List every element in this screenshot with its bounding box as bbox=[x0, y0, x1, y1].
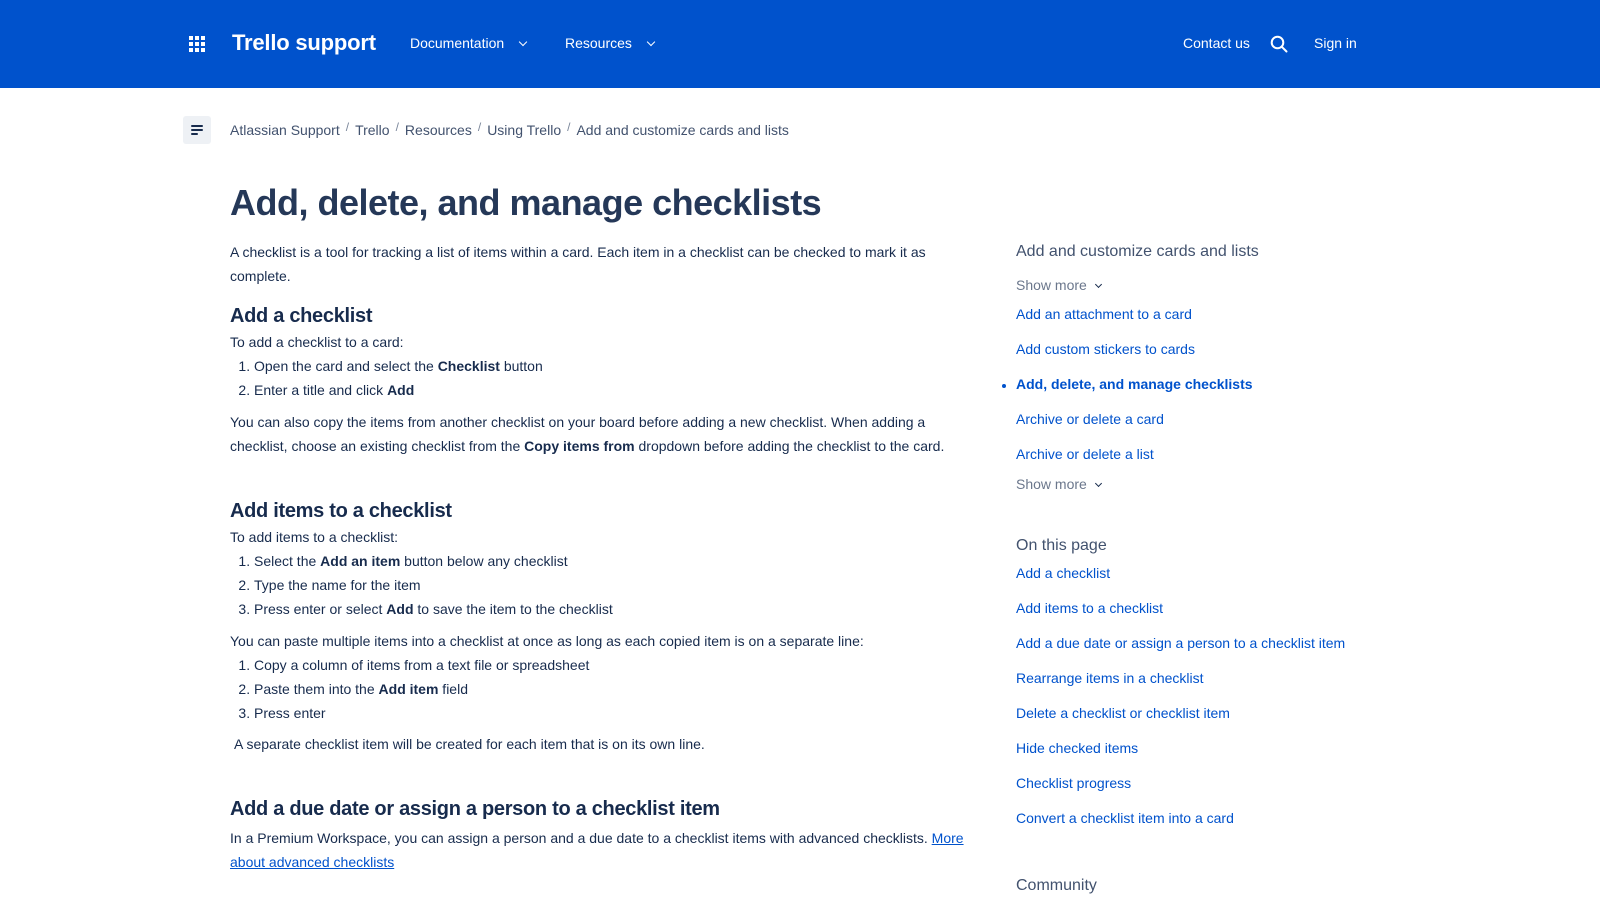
brand-title[interactable]: Trello support bbox=[232, 30, 376, 56]
section-add-a-checklist: Add a checklist To add a checklist to a … bbox=[230, 302, 980, 458]
chevron-down-icon[interactable] bbox=[646, 37, 656, 47]
steps-list: Open the card and select the Checklist b… bbox=[230, 354, 980, 402]
section-heading: Add items to a checklist bbox=[230, 500, 452, 522]
breadcrumb-resources[interactable]: Resources bbox=[405, 122, 472, 138]
paste-lead: You can paste multiple items into a chec… bbox=[230, 633, 864, 649]
section-add-items: Add items to a checklist To add items to… bbox=[230, 497, 980, 756]
list-item: Copy a column of items from a text file … bbox=[254, 653, 980, 677]
intro-paragraph: A checklist is a tool for tracking a lis… bbox=[230, 244, 926, 284]
sidebar-link-add-attachment[interactable]: Add an attachment to a card bbox=[1016, 306, 1192, 322]
section-heading: Add a due date or assign a person to a c… bbox=[230, 798, 720, 820]
search-icon[interactable] bbox=[1270, 35, 1288, 53]
table-of-contents-toggle[interactable] bbox=[183, 116, 211, 144]
on-page-link-convert[interactable]: Convert a checklist item into a card bbox=[1016, 810, 1234, 826]
nav-documentation-label: Documentation bbox=[410, 35, 505, 51]
chevron-down-icon[interactable] bbox=[518, 37, 528, 47]
contact-us-link[interactable]: Contact us bbox=[1183, 35, 1250, 51]
list-item: Press enter bbox=[254, 701, 980, 725]
breadcrumb-separator: / bbox=[567, 120, 571, 134]
steps-list: Select the Add an item button below any … bbox=[230, 549, 980, 621]
show-more-bottom[interactable]: Show more bbox=[1016, 476, 1102, 492]
page-title: Add, delete, and manage checklists bbox=[230, 182, 822, 223]
sidebar-section-title: Add and customize cards and lists bbox=[1016, 243, 1259, 260]
on-this-page-title: On this page bbox=[1016, 537, 1107, 554]
chevron-down-icon bbox=[1094, 280, 1102, 289]
community-title: Community bbox=[1016, 877, 1097, 894]
on-page-link-delete[interactable]: Delete a checklist or checklist item bbox=[1016, 705, 1230, 721]
sidebar-link-archive-card[interactable]: Archive or delete a card bbox=[1016, 411, 1164, 427]
list-item: Select the Add an item button below any … bbox=[254, 549, 980, 573]
section-lead: To add a checklist to a card: bbox=[230, 334, 404, 350]
top-navigation-bar: Trello support Documentation Resources C… bbox=[0, 0, 1600, 88]
nav-resources[interactable]: Resources bbox=[565, 35, 632, 51]
section-lead: To add items to a checklist: bbox=[230, 529, 399, 545]
breadcrumb-separator: / bbox=[395, 120, 399, 134]
premium-paragraph: In a Premium Workspace, you can assign a… bbox=[230, 830, 964, 870]
sidebar-link-manage-checklists-active[interactable]: Add, delete, and manage checklists bbox=[1002, 376, 1253, 392]
app-switcher-icon[interactable] bbox=[189, 36, 205, 52]
on-page-link-rearrange[interactable]: Rearrange items in a checklist bbox=[1016, 670, 1204, 686]
copy-items-paragraph: You can also copy the items from another… bbox=[230, 414, 945, 454]
sign-in-link[interactable]: Sign in bbox=[1314, 35, 1357, 51]
list-item: Open the card and select the Checklist b… bbox=[254, 354, 980, 378]
show-more-top[interactable]: Show more bbox=[1016, 277, 1102, 293]
breadcrumb-separator: / bbox=[477, 120, 482, 134]
sidebar-link-archive-list[interactable]: Archive or delete a list bbox=[1016, 446, 1154, 462]
list-item: Enter a title and click Add bbox=[254, 378, 980, 402]
paste-steps-list: Copy a column of items from a text file … bbox=[230, 653, 980, 725]
on-page-link-progress[interactable]: Checklist progress bbox=[1016, 775, 1131, 791]
article: Add, delete, and manage checklists A che… bbox=[230, 180, 980, 870]
on-page-link-add-items[interactable]: Add items to a checklist bbox=[1016, 600, 1163, 616]
breadcrumb-separator: / bbox=[345, 120, 350, 134]
section-heading: Add a checklist bbox=[230, 305, 373, 327]
note-paragraph: A separate checklist item will be create… bbox=[234, 736, 705, 752]
on-page-link-due-date[interactable]: Add a due date or assign a person to a c… bbox=[1016, 635, 1345, 651]
sidebar-link-custom-stickers[interactable]: Add custom stickers to cards bbox=[1016, 341, 1195, 357]
section-due-date: Add a due date or assign a person to a c… bbox=[230, 795, 980, 874]
breadcrumb: Atlassian Support / Trello / Resources / Using… bbox=[230, 120, 789, 138]
breadcrumb-using-trello[interactable]: Using Trello bbox=[487, 122, 561, 138]
list-item: Press enter or select Add to save the it… bbox=[254, 597, 980, 621]
breadcrumb-atlassian-support[interactable]: Atlassian Support bbox=[230, 122, 340, 138]
chevron-down-icon bbox=[1094, 479, 1102, 488]
active-indicator-dot bbox=[1002, 384, 1006, 388]
list-item: Type the name for the item bbox=[254, 573, 980, 597]
on-page-link-add-checklist[interactable]: Add a checklist bbox=[1016, 565, 1110, 581]
on-page-link-hide-checked[interactable]: Hide checked items bbox=[1016, 740, 1138, 756]
breadcrumb-trello[interactable]: Trello bbox=[355, 122, 390, 138]
nav-resources-label: Resources bbox=[565, 35, 632, 51]
list-item: Paste them into the Add item field bbox=[254, 677, 980, 701]
breadcrumb-add-and-customize[interactable]: Add and customize cards and lists bbox=[576, 122, 788, 138]
nav-documentation[interactable]: Documentation bbox=[410, 35, 504, 51]
